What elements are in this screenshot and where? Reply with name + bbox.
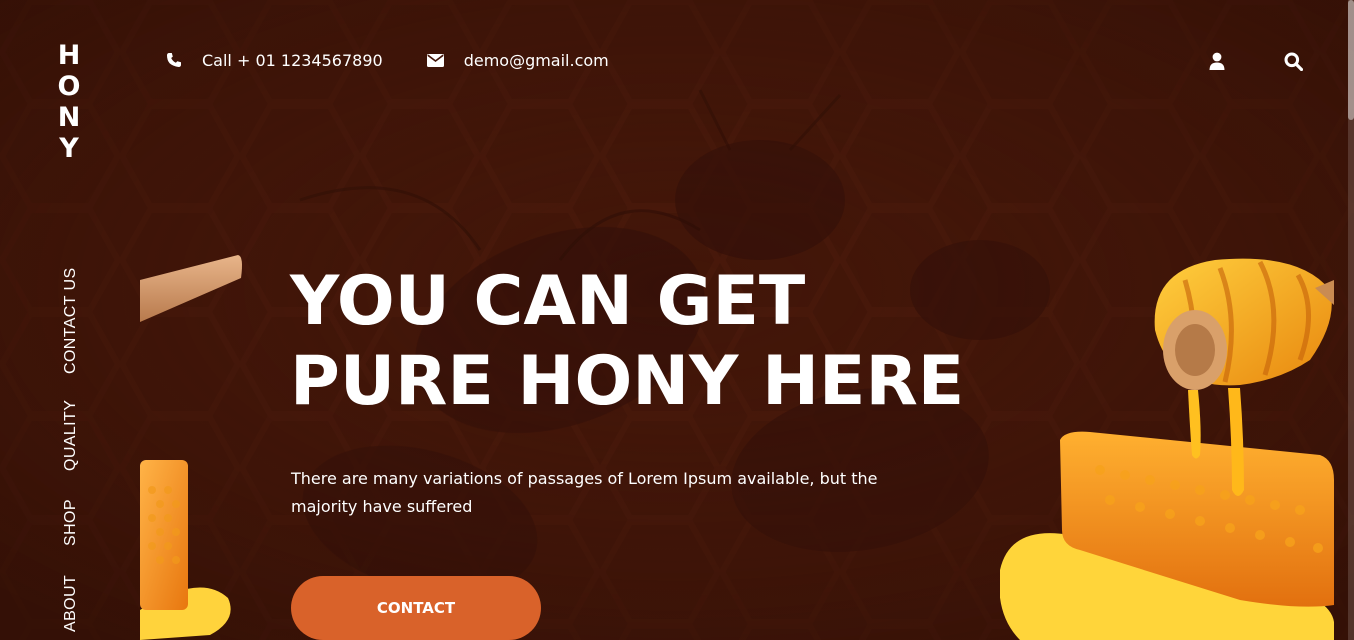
- email-link[interactable]: demo@gmail.com: [426, 50, 609, 70]
- search-icon: [1284, 52, 1303, 71]
- honeycomb-left-image: [140, 460, 231, 640]
- search-button[interactable]: [1280, 48, 1306, 74]
- hero-title: YOU CAN GET PURE HONY HERE: [290, 262, 990, 422]
- email-text: demo@gmail.com: [463, 50, 609, 70]
- honeycomb-dipper-image: [1000, 258, 1334, 640]
- contact-bar: Call + 01 1234567890 demo@gmail.com: [166, 42, 653, 78]
- hero-description: There are many variations of passages of…: [291, 469, 878, 516]
- hero-page: H O N Y CONTACT US QUALITY SHOP ABOUT Ca…: [0, 0, 1354, 640]
- user-icon: [1209, 52, 1225, 70]
- header-actions: [1154, 48, 1306, 74]
- phone-link[interactable]: Call + 01 1234567890: [166, 51, 383, 70]
- phone-text: Call + 01 1234567890: [202, 50, 383, 70]
- contact-button[interactable]: CONTACT: [291, 576, 541, 640]
- side-nav: CONTACT US QUALITY SHOP ABOUT: [0, 0, 140, 640]
- page-scrollbar[interactable]: [1348, 0, 1354, 640]
- honey-dipper-handle-image: [140, 255, 242, 322]
- nav-link-quality[interactable]: QUALITY: [62, 400, 80, 471]
- nav-link-contact-us[interactable]: CONTACT US: [62, 267, 80, 374]
- scrollbar-thumb[interactable]: [1348, 0, 1354, 120]
- nav-link-shop[interactable]: SHOP: [62, 499, 80, 546]
- phone-icon: [167, 53, 181, 67]
- hero-title-line-1: YOU CAN GET: [290, 262, 806, 341]
- hero-title-line-2: PURE HONY HERE: [290, 342, 965, 421]
- sidebar: H O N Y CONTACT US QUALITY SHOP ABOUT: [0, 0, 140, 640]
- nav-link-about[interactable]: ABOUT: [62, 575, 80, 632]
- envelope-icon: [426, 53, 444, 67]
- user-button[interactable]: [1204, 48, 1230, 74]
